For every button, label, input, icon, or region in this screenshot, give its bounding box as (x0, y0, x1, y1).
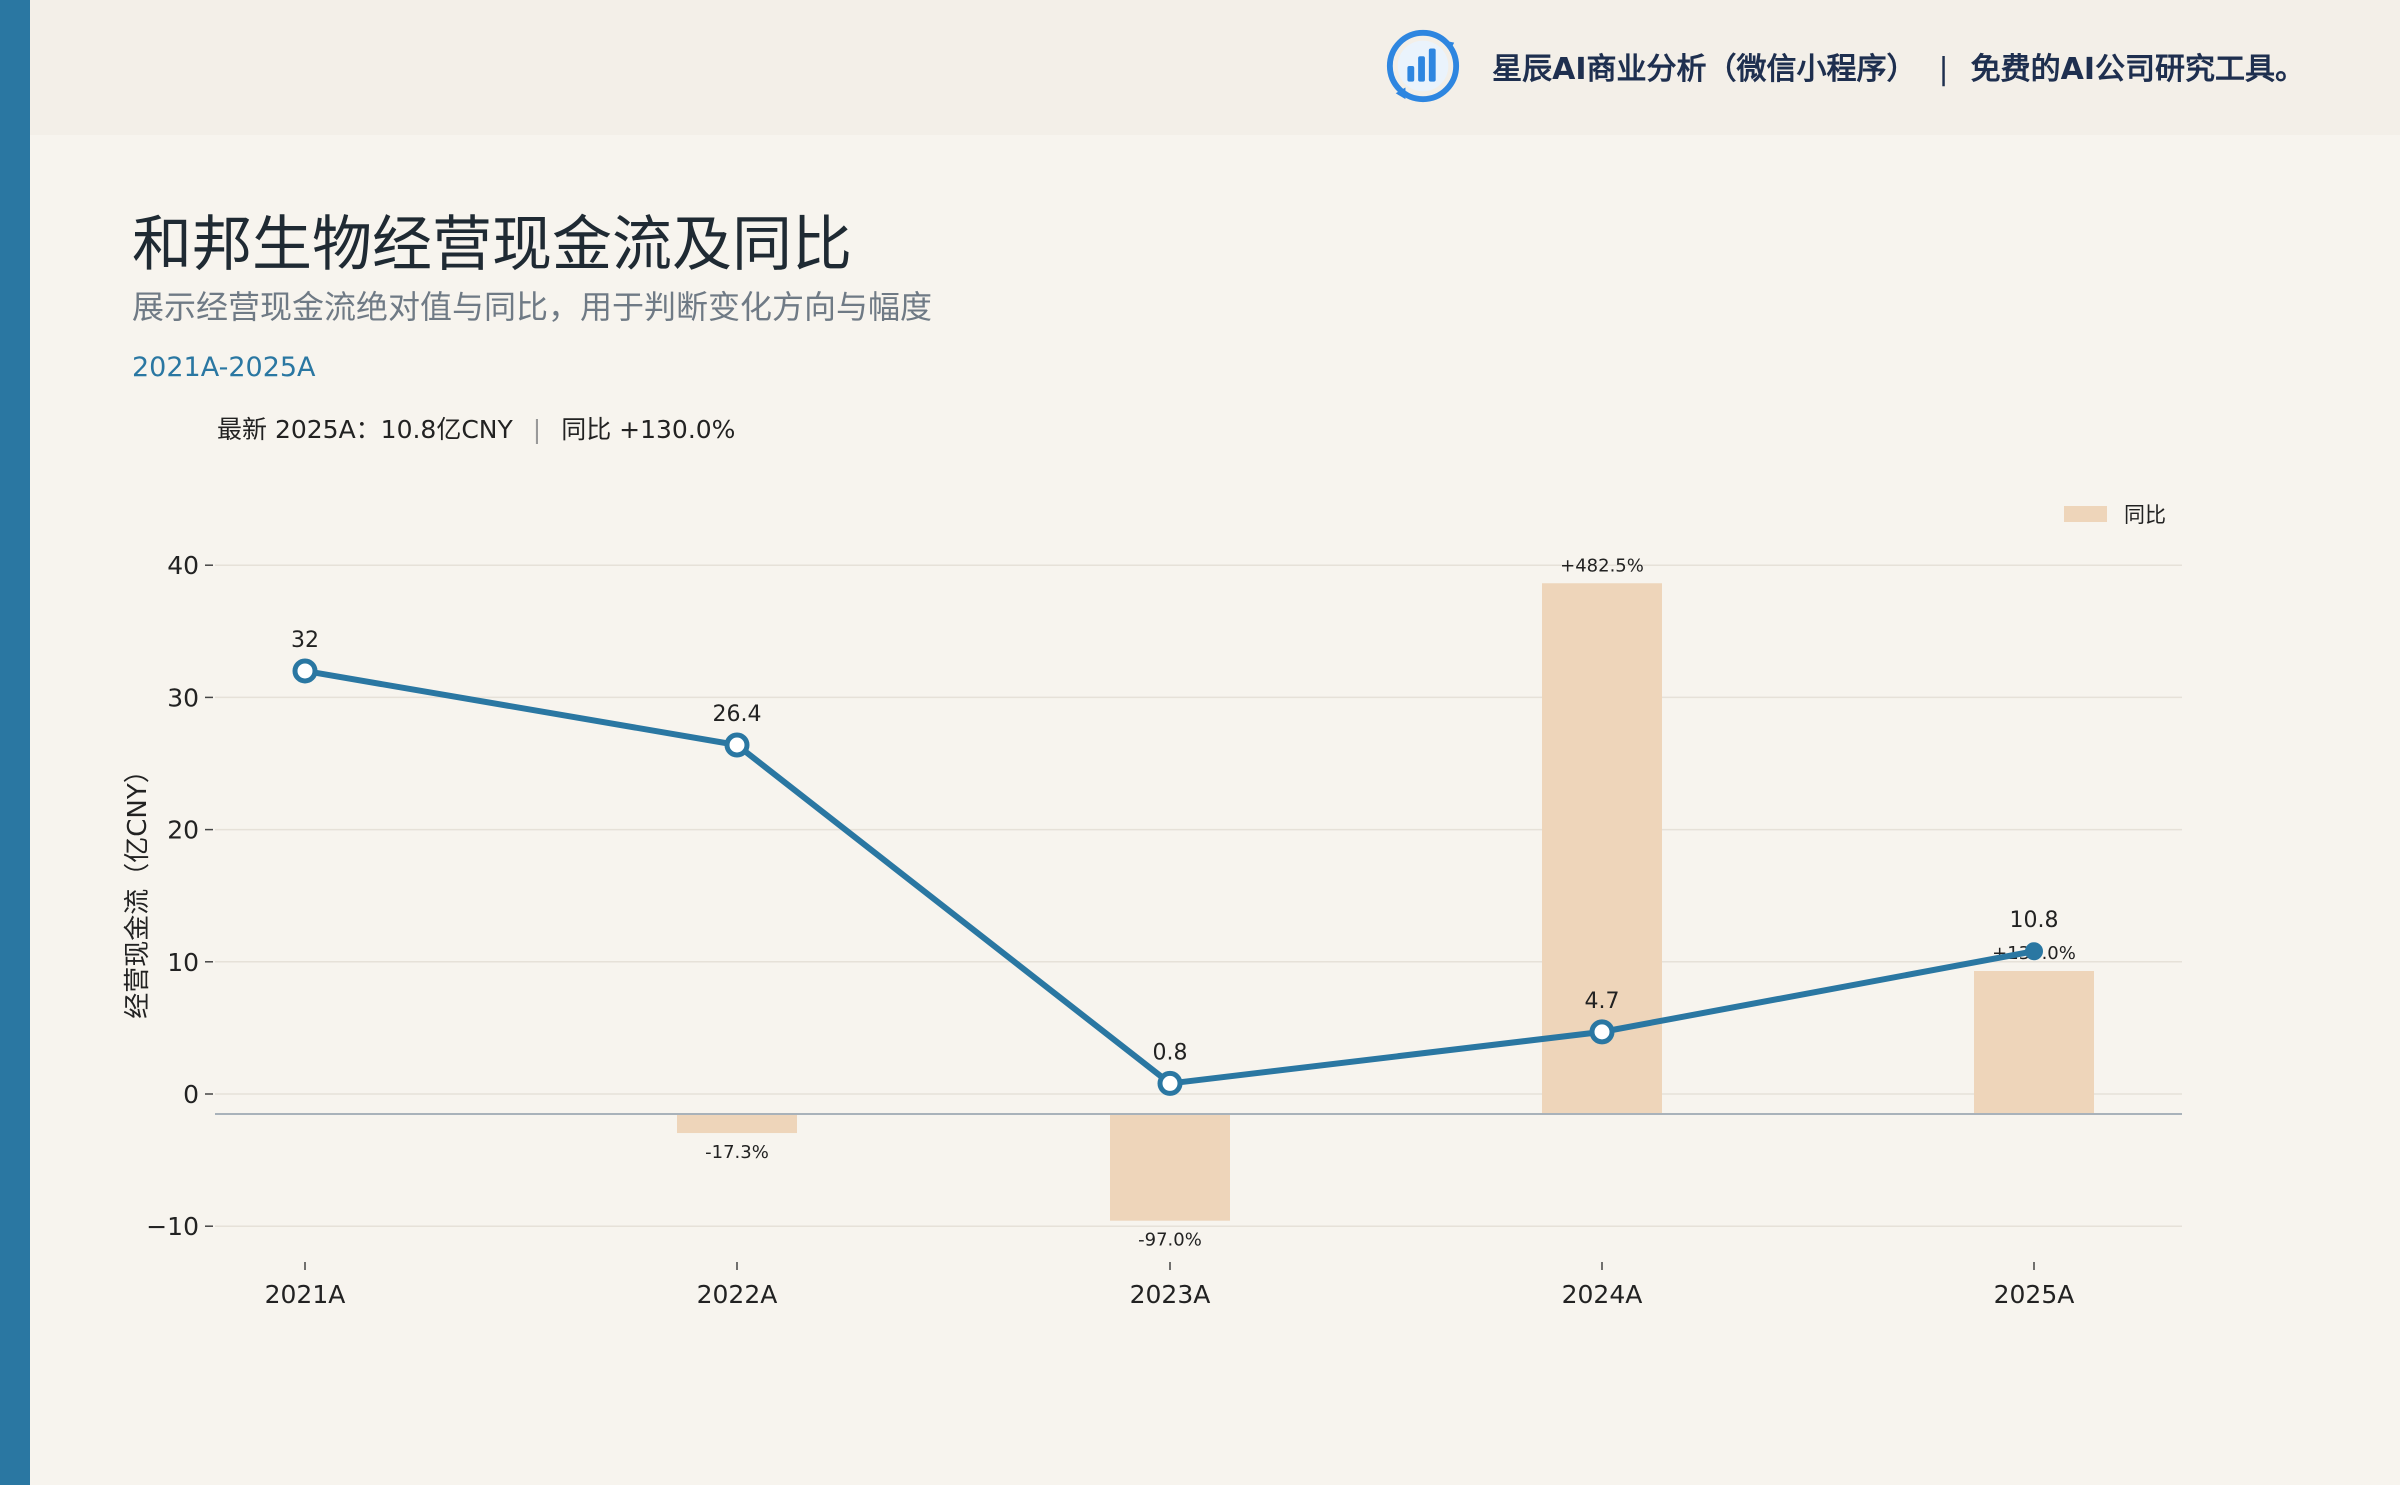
yoy-bar (1110, 1114, 1230, 1221)
cashflow-point (724, 732, 750, 758)
x-tick-label: 2021A (265, 1280, 346, 1309)
y-tick-label: −10 (146, 1212, 199, 1241)
yoy-bar-label: +482.5% (1560, 555, 1644, 576)
legend-label-yoy: 同比 (2124, 503, 2166, 527)
x-tick-label: 2025A (1994, 1280, 2075, 1309)
y-tick-label: 40 (167, 551, 199, 580)
cashflow-value-label: 0.8 (1153, 1040, 1188, 1065)
yoy-bar (1974, 971, 2094, 1114)
x-tick-label: 2022A (697, 1280, 778, 1309)
y-tick-label: 20 (167, 816, 199, 845)
x-tick-label: 2023A (1130, 1280, 1211, 1309)
yoy-bar (677, 1114, 797, 1134)
cashflow-point (2025, 942, 2043, 961)
yoy-bar-label: -97.0% (1138, 1230, 1202, 1251)
cashflow-value-label: 10.8 (2010, 908, 2059, 933)
y-axis-label: 经营现金流（亿CNY） (123, 757, 153, 1019)
cashflow-line (304, 668, 2035, 1087)
yoy-bar-label: -17.3% (705, 1142, 769, 1163)
cashflow-chart: −10 0 10 20 30 40 经营现金流（亿CNY） -17.3% -97.0% +482.… (123, 503, 2182, 1309)
y-tick-label: 0 (183, 1080, 199, 1109)
cashflow-value-label: 4.7 (1585, 989, 1620, 1014)
cashflow-value-label: 32 (291, 628, 319, 653)
cashflow-point (1589, 1019, 1615, 1045)
x-tick-label: 2024A (1562, 1280, 1643, 1309)
y-tick-label: 10 (167, 948, 199, 977)
cashflow-point (292, 658, 318, 684)
cashflow-value-label: 26.4 (713, 702, 762, 727)
y-tick-label: 30 (167, 683, 199, 712)
cashflow-point (1157, 1070, 1183, 1096)
legend-swatch-yoy (2064, 506, 2107, 522)
